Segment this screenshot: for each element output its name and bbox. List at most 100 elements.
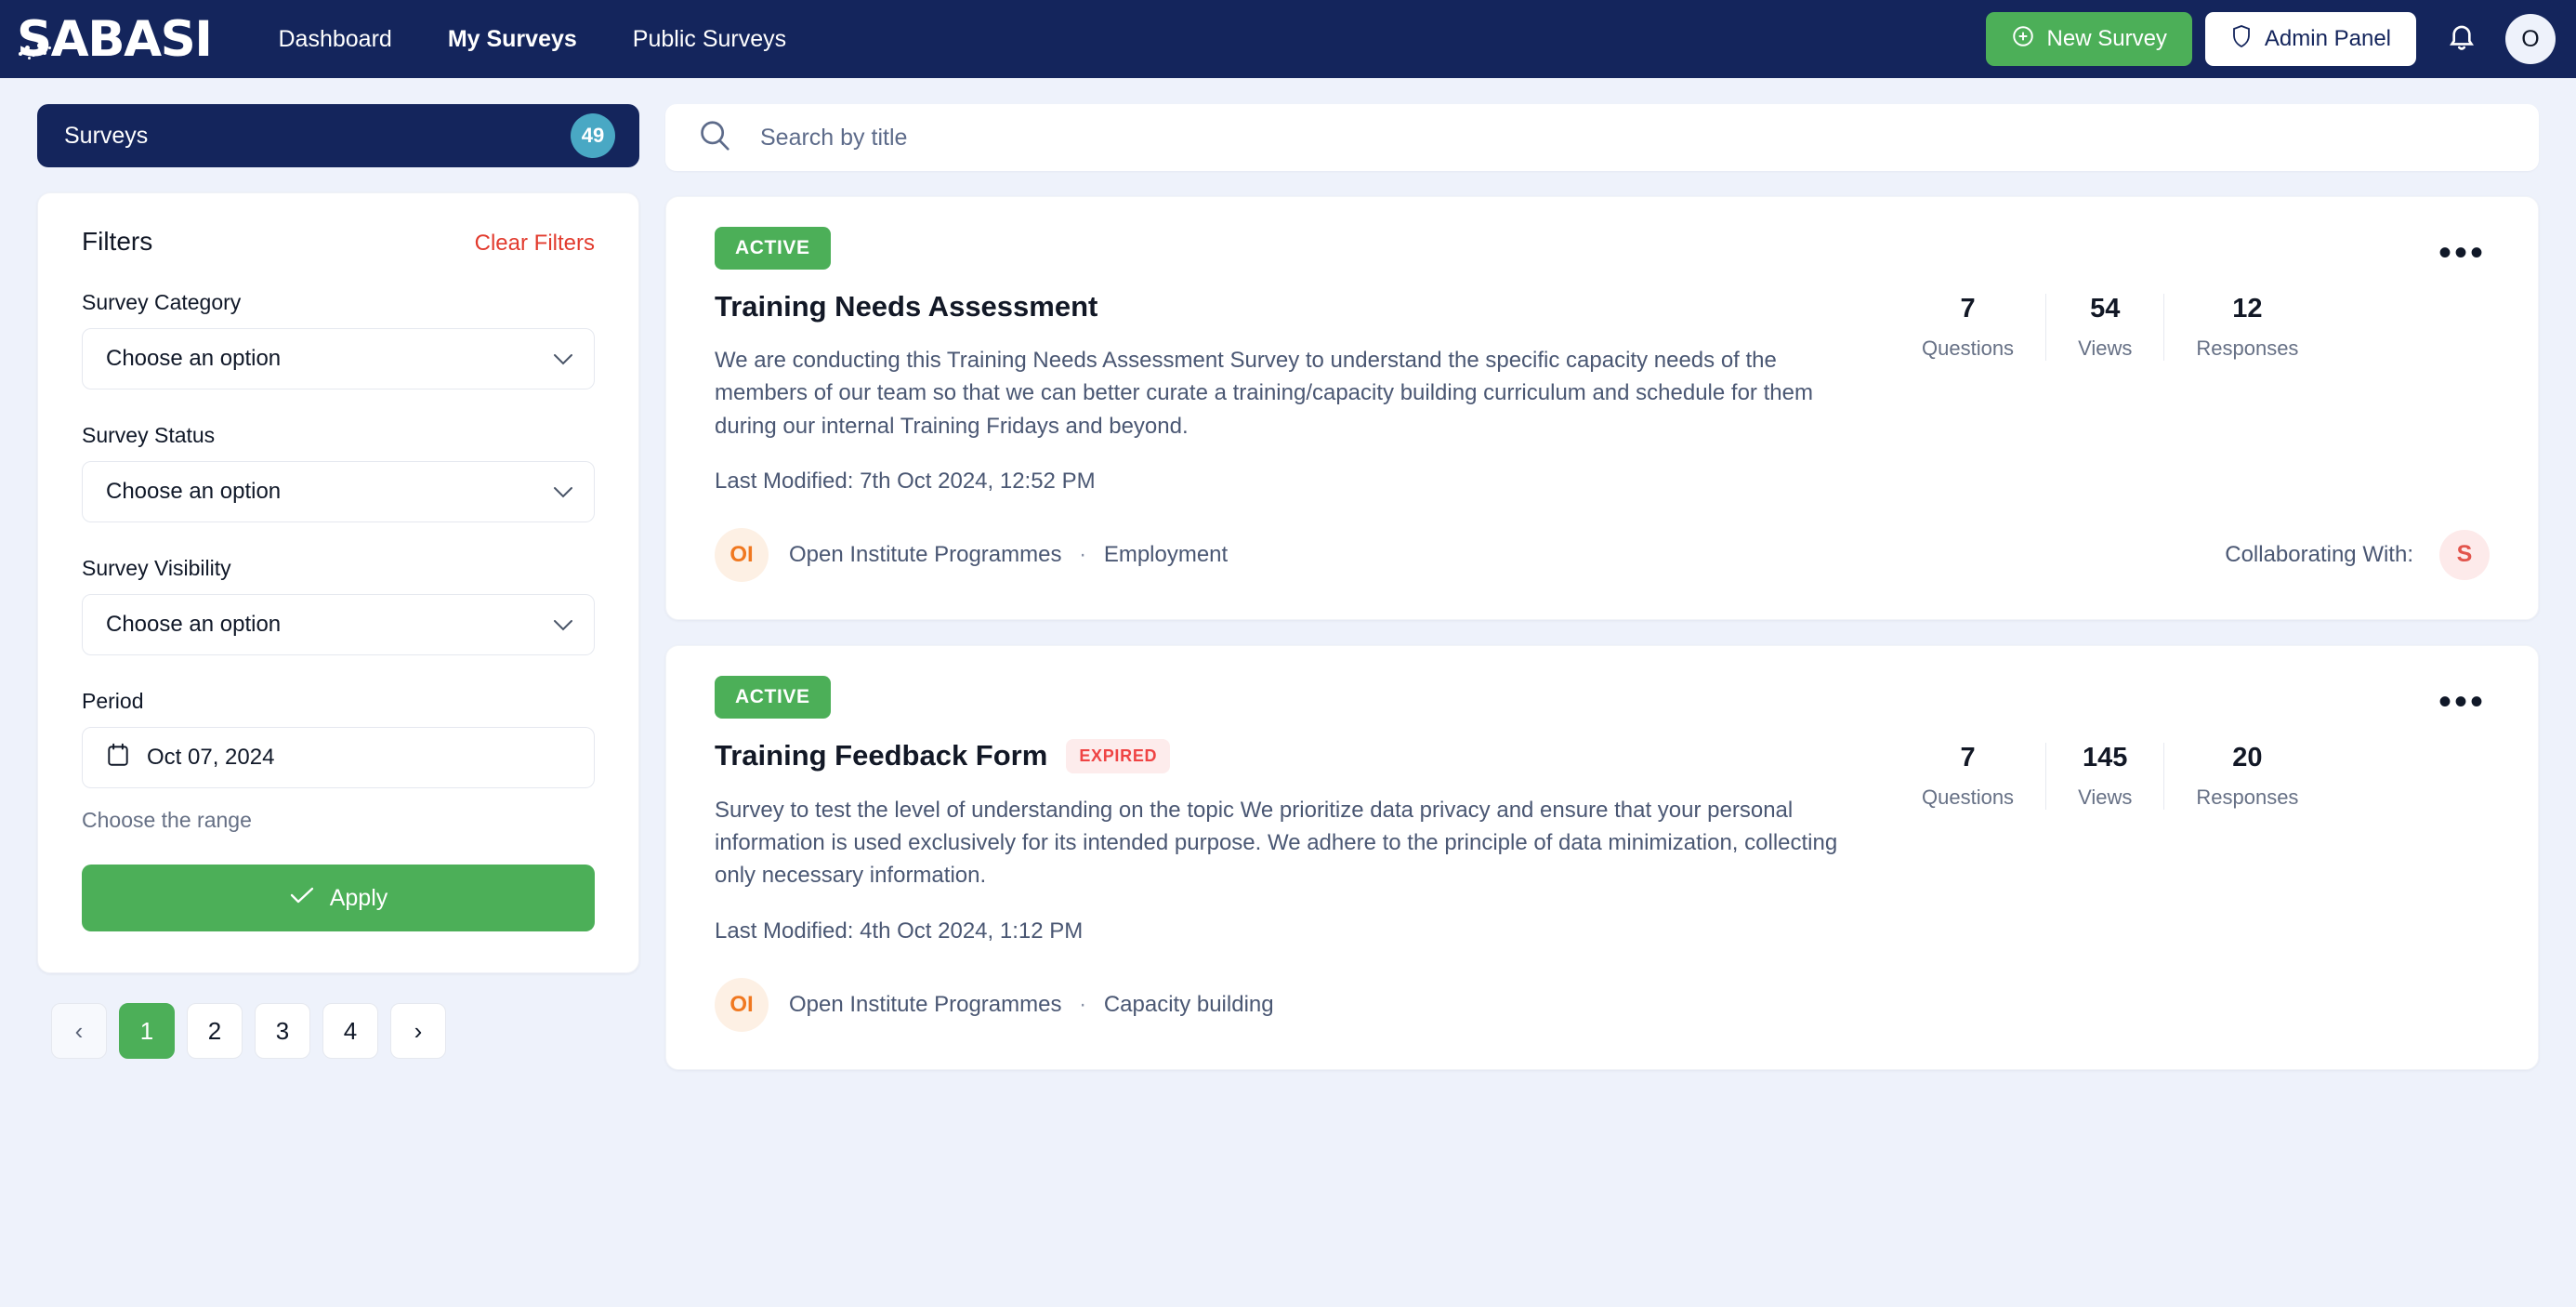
sabasi-logo[interactable]: SABASI — [17, 15, 213, 64]
survey-card-body: Training Needs Assessment We are conduct… — [715, 290, 2490, 495]
organization-avatar: OI — [715, 527, 769, 582]
survey-visibility-select[interactable]: Choose an option — [82, 594, 595, 655]
period-date-picker[interactable]: Oct 07, 2024 — [82, 727, 595, 788]
survey-category-select[interactable]: Choose an option — [82, 328, 595, 389]
stat-questions: 7 Questions — [1890, 743, 2045, 810]
organization-avatar: OI — [715, 977, 769, 1032]
sidebar-item-surveys[interactable]: Surveys 49 — [37, 104, 639, 167]
surveys-list-panel: ACTIVE ••• Training Needs Assessment We … — [665, 104, 2539, 1307]
pagination-page-4[interactable]: 4 — [322, 1003, 378, 1059]
survey-status-select[interactable]: Choose an option — [82, 461, 595, 522]
organization-name: Open Institute Programmes — [789, 541, 1062, 567]
pagination-page-2[interactable]: 2 — [187, 1003, 243, 1059]
organization-category: Capacity building — [1103, 991, 1274, 1017]
user-avatar[interactable]: O — [2505, 14, 2556, 64]
survey-organization: OI Open Institute Programmes · Capacity … — [715, 977, 1274, 1032]
organization-category: Employment — [1103, 541, 1229, 567]
chevron-down-icon — [553, 482, 573, 502]
collaborators: Collaborating With: S — [2225, 529, 2490, 580]
survey-title-row: Training Needs Assessment — [715, 290, 1872, 323]
logo-dots-decoration — [19, 38, 56, 62]
top-navigation-bar: SABASI Dashboard My Surveys Public Surve… — [0, 0, 2576, 78]
organization-separator: · — [1079, 991, 1087, 1017]
status-badge: ACTIVE — [715, 675, 831, 719]
status-badge: ACTIVE — [715, 227, 831, 270]
survey-description: Survey to test the level of understandin… — [715, 797, 1838, 889]
stat-responses: 12 Responses — [2163, 294, 2330, 361]
stat-questions: 7 Questions — [1890, 294, 2045, 361]
stat-views-label: Views — [2078, 785, 2133, 809]
survey-card-footer: OI Open Institute Programmes · Capacity … — [715, 977, 2490, 1032]
pagination-page-1[interactable]: 1 — [119, 1003, 175, 1059]
survey-card[interactable]: ACTIVE ••• Training Feedback Form EXPIRE… — [665, 644, 2539, 1070]
nav-link-dashboard[interactable]: Dashboard — [251, 26, 420, 53]
survey-card-menu-button[interactable]: ••• — [2435, 683, 2490, 720]
period-label: Period — [82, 689, 144, 713]
collaborator-avatar[interactable]: S — [2439, 529, 2490, 580]
organization-info: Open Institute Programmes · Capacity bui… — [789, 992, 1274, 1018]
stat-responses-value: 12 — [2232, 294, 2263, 323]
organization-info: Open Institute Programmes · Employment — [789, 542, 1228, 568]
survey-status-label: Survey Status — [82, 423, 216, 447]
new-survey-button[interactable]: New Survey — [1985, 12, 2192, 66]
bell-icon — [2446, 20, 2477, 59]
filters-panel: Filters Clear Filters Survey Category Ch… — [37, 192, 639, 973]
new-survey-label: New Survey — [2046, 26, 2167, 51]
survey-visibility-value: Choose an option — [106, 612, 282, 637]
survey-stats: 7 Questions 54 Views 12 Responses — [1890, 290, 2330, 495]
main-navigation-links: Dashboard My Surveys Public Surveys — [251, 26, 815, 53]
stat-views: 54 Views — [2045, 294, 2163, 361]
admin-panel-label: Admin Panel — [2264, 26, 2391, 51]
admin-panel-button[interactable]: Admin Panel — [2204, 12, 2416, 66]
check-icon — [289, 885, 315, 912]
stat-views: 145 Views — [2045, 742, 2163, 810]
survey-card[interactable]: ACTIVE ••• Training Needs Assessment We … — [665, 196, 2539, 620]
search-input[interactable] — [760, 124, 2507, 152]
plus-circle-icon — [2011, 24, 2035, 55]
nav-link-public-surveys[interactable]: Public Surveys — [605, 26, 814, 53]
survey-stats: 7 Questions 145 Views 20 Responses — [1890, 739, 2330, 944]
survey-last-modified: Last Modified: 4th Oct 2024, 1:12 PM — [715, 918, 1084, 944]
survey-card-header: ACTIVE ••• — [715, 227, 2490, 271]
stat-views-value: 54 — [2090, 294, 2121, 323]
survey-card-header: ACTIVE ••• — [715, 675, 2490, 720]
survey-title-row: Training Feedback Form EXPIRED — [715, 738, 1872, 773]
nav-link-my-surveys[interactable]: My Surveys — [420, 26, 605, 53]
surveys-label: Surveys — [64, 122, 149, 149]
organization-separator: · — [1079, 541, 1087, 567]
stat-views-label: Views — [2078, 337, 2133, 360]
collaborating-with-label: Collaborating With: — [2225, 541, 2413, 567]
chevron-down-icon — [553, 349, 573, 369]
survey-title[interactable]: Training Needs Assessment — [715, 290, 1097, 323]
calendar-icon — [106, 742, 130, 774]
stat-views-value: 145 — [2083, 742, 2128, 772]
apply-filters-button[interactable]: Apply — [82, 865, 595, 931]
survey-organization: OI Open Institute Programmes · Employmen… — [715, 527, 1228, 582]
survey-card-menu-button[interactable]: ••• — [2435, 234, 2490, 271]
survey-description: We are conducting this Training Needs As… — [715, 348, 1813, 439]
header-actions: New Survey Admin Panel O — [1985, 0, 2556, 78]
clear-filters-link[interactable]: Clear Filters — [475, 231, 595, 257]
stat-responses: 20 Responses — [2163, 742, 2330, 810]
survey-category-value: Choose an option — [106, 346, 282, 371]
survey-card-main: Training Needs Assessment We are conduct… — [715, 290, 1872, 495]
apply-label: Apply — [329, 884, 388, 911]
survey-title[interactable]: Training Feedback Form — [715, 739, 1047, 772]
search-bar — [665, 104, 2539, 171]
pagination: ‹ 1 2 3 4 › — [37, 1003, 639, 1059]
range-hint-text: Choose the range — [82, 808, 252, 832]
stat-questions-value: 7 — [1960, 742, 1976, 772]
stat-questions-value: 7 — [1960, 294, 1976, 323]
survey-card-main: Training Feedback Form EXPIRED Survey to… — [715, 738, 1872, 944]
stat-responses-label: Responses — [2196, 337, 2299, 360]
survey-last-modified: Last Modified: 7th Oct 2024, 12:52 PM — [715, 468, 1096, 494]
survey-card-body: Training Feedback Form EXPIRED Survey to… — [715, 738, 2490, 944]
filters-title: Filters — [82, 227, 153, 256]
pagination-page-3[interactable]: 3 — [255, 1003, 310, 1059]
pagination-next-button[interactable]: › — [390, 1003, 446, 1059]
period-value: Oct 07, 2024 — [147, 745, 275, 770]
stat-questions-label: Questions — [1922, 785, 2015, 809]
notifications-button[interactable] — [2437, 14, 2487, 64]
stat-questions-label: Questions — [1922, 337, 2015, 360]
pagination-prev-button[interactable]: ‹ — [51, 1003, 107, 1059]
